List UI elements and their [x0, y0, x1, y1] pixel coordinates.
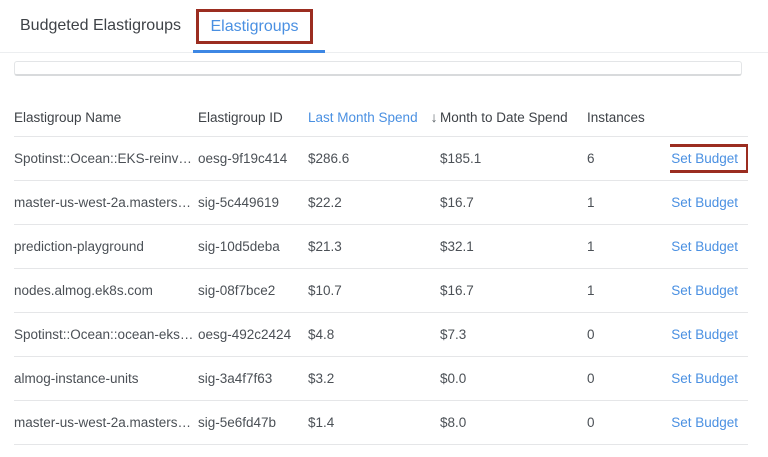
month-to-date-spend-cell: $16.7 — [440, 283, 587, 298]
tab-bar: Budgeted Elastigroups Elastigroups — [0, 0, 768, 53]
last-month-spend-cell: $1.4 — [308, 415, 440, 430]
elastigroup-id-cell: sig-08f7bce2 — [198, 283, 308, 298]
elastigroups-table: Elastigroup Name Elastigroup ID Last Mon… — [14, 98, 748, 445]
elastigroup-name-cell: Spotinst::Ocean::ocean-eks… — [14, 327, 198, 342]
month-to-date-spend-cell: $16.7 — [440, 195, 587, 210]
column-header-last-month-spend[interactable]: Last Month Spend ↓ — [308, 109, 440, 125]
active-tab-underline — [193, 50, 325, 53]
sort-desc-arrow-icon[interactable]: ↓ — [431, 109, 438, 125]
elastigroup-id-cell: sig-3a4f7f63 — [198, 371, 308, 386]
instances-cell: 0 — [587, 327, 670, 342]
filter-bar[interactable] — [14, 61, 742, 76]
action-cell: Set Budget — [670, 327, 748, 342]
month-to-date-spend-cell: $185.1 — [440, 151, 587, 166]
instances-cell: 0 — [587, 371, 670, 386]
table-row: master-us-west-2a.masters… sig-5c449619 … — [14, 181, 748, 225]
set-budget-link[interactable]: Set Budget — [671, 415, 738, 430]
action-cell: Set Budget — [670, 371, 748, 386]
column-header-elastigroup-id[interactable]: Elastigroup ID — [198, 110, 308, 125]
set-budget-link[interactable]: Set Budget — [671, 327, 738, 342]
column-header-elastigroup-name[interactable]: Elastigroup Name — [14, 110, 198, 125]
month-to-date-spend-cell: $7.3 — [440, 327, 587, 342]
elastigroup-name-cell: Spotinst::Ocean::EKS-reinv… — [14, 151, 198, 166]
annotation-box-active-tab: Elastigroups — [196, 9, 313, 44]
table-row: almog-instance-units sig-3a4f7f63 $3.2 $… — [14, 357, 748, 401]
last-month-spend-cell: $4.8 — [308, 327, 440, 342]
tab-elastigroups[interactable]: Elastigroups — [210, 18, 298, 36]
action-cell: Set Budget — [670, 415, 748, 430]
action-cell: Set Budget — [670, 144, 748, 173]
set-budget-link[interactable]: Set Budget — [671, 239, 738, 254]
elastigroups-budget-page: Budgeted Elastigroups Elastigroups Elast… — [0, 0, 768, 457]
table-row: Spotinst::Ocean::ocean-eks… oesg-492c242… — [14, 313, 748, 357]
set-budget-link[interactable]: Set Budget — [671, 283, 738, 298]
instances-cell: 6 — [587, 151, 670, 166]
month-to-date-spend-cell: $0.0 — [440, 371, 587, 386]
elastigroup-name-cell: master-us-west-2a.masters… — [14, 195, 198, 210]
last-month-spend-cell: $21.3 — [308, 239, 440, 254]
last-month-spend-cell: $286.6 — [308, 151, 440, 166]
elastigroup-name-cell: master-us-west-2a.masters… — [14, 415, 198, 430]
elastigroup-id-cell: sig-10d5deba — [198, 239, 308, 254]
instances-cell: 0 — [587, 415, 670, 430]
tab-budgeted-elastigroups[interactable]: Budgeted Elastigroups — [20, 0, 181, 52]
column-header-month-to-date-spend[interactable]: Month to Date Spend — [440, 110, 587, 125]
action-cell: Set Budget — [670, 239, 748, 254]
last-month-spend-cell: $10.7 — [308, 283, 440, 298]
elastigroup-name-cell: prediction-playground — [14, 239, 198, 254]
set-budget-link[interactable]: Set Budget — [670, 144, 748, 173]
action-cell: Set Budget — [670, 283, 748, 298]
table-row: Spotinst::Ocean::EKS-reinv… oesg-9f19c41… — [14, 137, 748, 181]
elastigroup-id-cell: oesg-9f19c414 — [198, 151, 308, 166]
table-row: master-us-west-2a.masters… sig-5e6fd47b … — [14, 401, 748, 445]
elastigroup-name-cell: nodes.almog.ek8s.com — [14, 283, 198, 298]
instances-cell: 1 — [587, 283, 670, 298]
month-to-date-spend-cell: $32.1 — [440, 239, 587, 254]
last-month-spend-cell: $22.2 — [308, 195, 440, 210]
last-month-spend-cell: $3.2 — [308, 371, 440, 386]
elastigroup-id-cell: oesg-492c2424 — [198, 327, 308, 342]
table-header-row: Elastigroup Name Elastigroup ID Last Mon… — [14, 98, 748, 137]
instances-cell: 1 — [587, 239, 670, 254]
elastigroup-id-cell: sig-5c449619 — [198, 195, 308, 210]
month-to-date-spend-cell: $8.0 — [440, 415, 587, 430]
table-row: nodes.almog.ek8s.com sig-08f7bce2 $10.7 … — [14, 269, 748, 313]
action-cell: Set Budget — [670, 195, 748, 210]
instances-cell: 1 — [587, 195, 670, 210]
column-header-instances[interactable]: Instances — [587, 110, 670, 125]
set-budget-link[interactable]: Set Budget — [671, 371, 738, 386]
elastigroup-name-cell: almog-instance-units — [14, 371, 198, 386]
column-header-last-month-spend-label: Last Month Spend — [308, 110, 418, 125]
table-row: prediction-playground sig-10d5deba $21.3… — [14, 225, 748, 269]
set-budget-link[interactable]: Set Budget — [671, 195, 738, 210]
elastigroup-id-cell: sig-5e6fd47b — [198, 415, 308, 430]
